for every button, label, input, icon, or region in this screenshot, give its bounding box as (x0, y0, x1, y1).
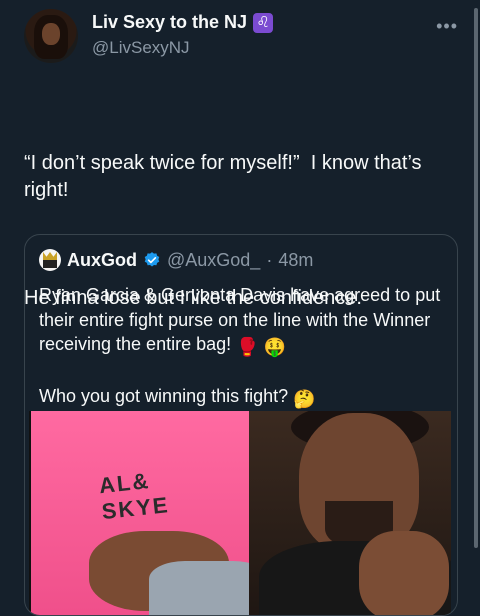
scrollbar[interactable] (474, 0, 480, 548)
quoted-paragraph: Who you got winning this fight? 🤔 (39, 384, 445, 412)
separator-dot: · (266, 249, 273, 270)
quoted-tweet-time[interactable]: 48m (278, 250, 313, 271)
author-display-name[interactable]: Liv Sexy to the NJ (92, 12, 247, 33)
quoted-text-line: Who you got winning this fight? (39, 385, 294, 406)
man-hand (359, 531, 449, 615)
tweet-paragraph: “I don’t speak twice for myself!” I know… (24, 152, 428, 201)
quoted-paragraph: Ryan Garcia & Gervonta Davis have agreed… (39, 283, 445, 360)
more-horizontal-icon[interactable]: ••• (436, 16, 458, 37)
scrollbar-thumb[interactable] (474, 8, 478, 548)
quoted-author-avatar[interactable] (39, 249, 61, 271)
quoted-tweet-media[interactable]: AL& SKYE (29, 411, 451, 615)
media-edge (29, 411, 31, 615)
money-mouth-emoji: 🤑 (263, 337, 286, 357)
thinking-face-emoji: 🤔 (293, 388, 316, 409)
quoted-tweet-card[interactable]: AuxGod @AuxGod_ · 48m Ryan Garcia & Gerv… (24, 234, 458, 616)
crown-icon (43, 252, 57, 260)
boxing-glove-emoji: 🥊 (236, 337, 259, 357)
quoted-author-name[interactable]: AuxGod (67, 250, 137, 271)
author-handle[interactable]: @LivSexyNJ (92, 38, 190, 58)
quoted-author-handle[interactable]: @AuxGod_ (167, 250, 260, 271)
author-avatar[interactable] (24, 9, 78, 63)
tweet-header: Liv Sexy to the NJ ♌ @LivSexyNJ ••• (0, 0, 480, 76)
quoted-tweet-header: AuxGod @AuxGod_ · 48m (39, 249, 313, 271)
avatar-base (43, 260, 57, 268)
avatar-face (42, 23, 60, 45)
verified-badge-icon (144, 252, 160, 267)
author-name-row: Liv Sexy to the NJ ♌ (92, 12, 274, 33)
leo-zodiac-icon: ♌ (253, 12, 274, 33)
